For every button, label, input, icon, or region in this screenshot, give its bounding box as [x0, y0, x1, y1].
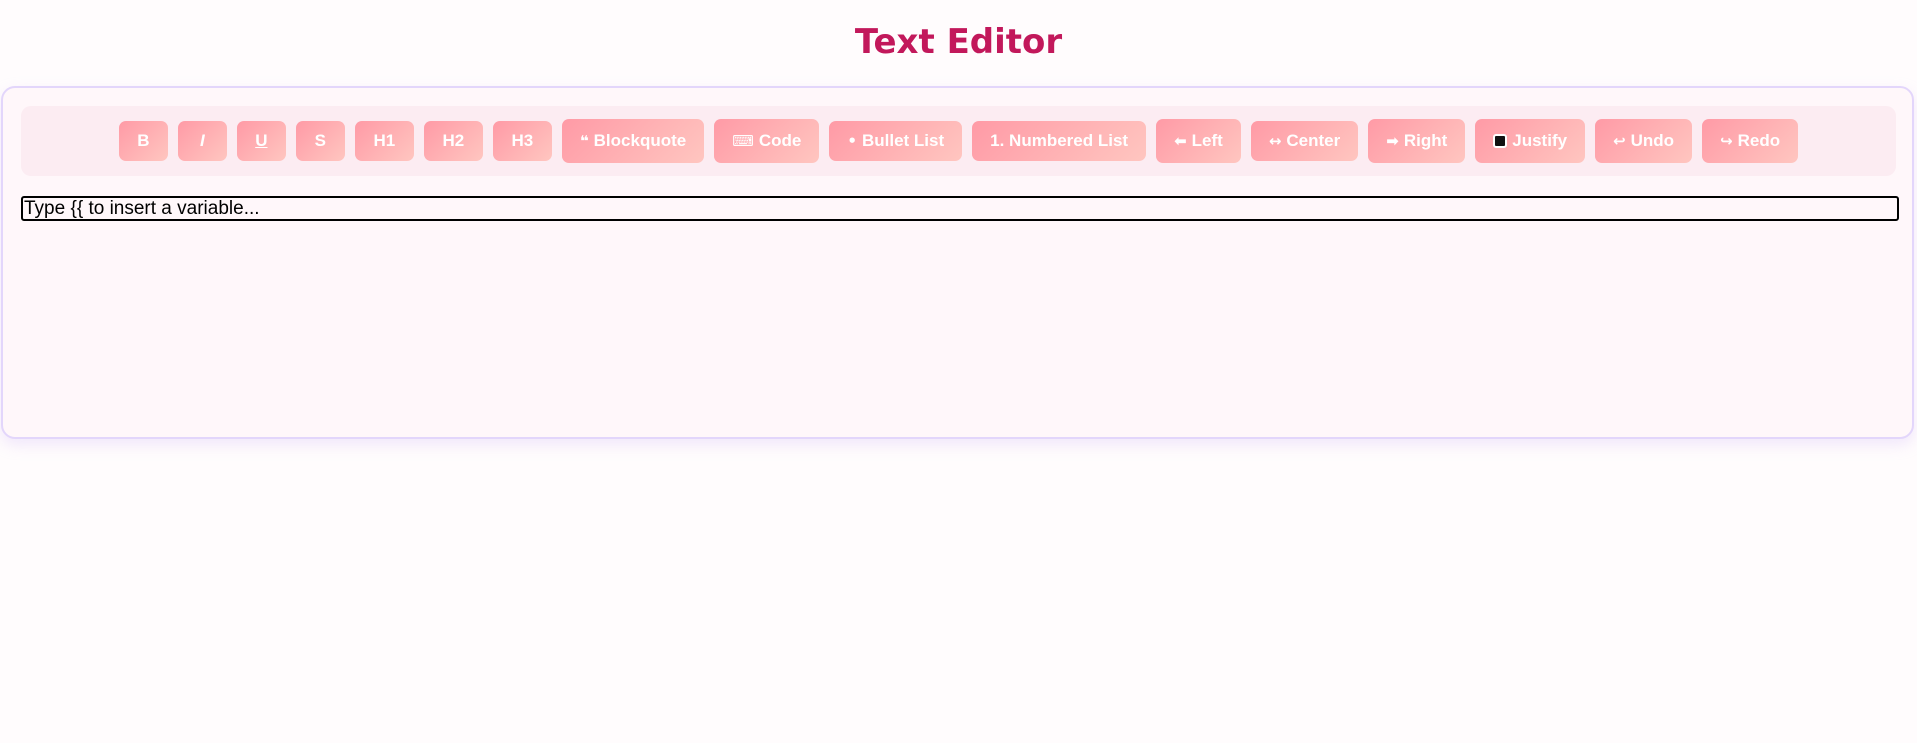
numbered-list-label: 1. Numbered List	[990, 131, 1129, 150]
align-center-label: Center	[1286, 131, 1341, 150]
underline-label: U	[255, 131, 268, 150]
heading3-label: H3	[511, 131, 534, 150]
numbered-list-button[interactable]: 1. Numbered List	[972, 121, 1147, 161]
page-title: Text Editor	[854, 22, 1063, 62]
undo-label: Undo	[1630, 131, 1675, 150]
code-label: Code	[758, 131, 802, 150]
undo-button[interactable]: ↩ Undo	[1595, 119, 1693, 163]
keyboard-icon: ⌨	[732, 132, 754, 150]
toolbar: B I U S H1 H2 H3 ❝ Blockquote ⌨ Code • Bull…	[21, 106, 1896, 176]
heading2-button[interactable]: H2	[423, 121, 483, 161]
align-right-button[interactable]: ➡ Right	[1368, 119, 1466, 163]
heading3-button[interactable]: H3	[492, 121, 552, 161]
bullet-icon: •	[847, 132, 857, 150]
italic-label: I	[199, 131, 205, 150]
align-left-label: Left	[1191, 131, 1223, 150]
redo-icon: ↪	[1720, 132, 1733, 150]
arrow-left-right-icon: ↔	[1268, 132, 1282, 150]
heading1-label: H1	[373, 131, 396, 150]
blockquote-label: Blockquote	[593, 131, 687, 150]
justify-square-icon	[1493, 134, 1508, 148]
align-center-button[interactable]: ↔ Center	[1250, 121, 1359, 161]
quote-icon: ❝	[579, 132, 589, 150]
bold-button[interactable]: B	[118, 121, 168, 161]
strikethrough-label: S	[314, 131, 327, 150]
justify-label: Justify	[1512, 131, 1568, 150]
underline-button[interactable]: U	[236, 121, 286, 161]
align-left-button[interactable]: ⬅ Left	[1156, 119, 1241, 163]
undo-icon: ↩	[1613, 132, 1626, 150]
arrow-left-icon: ⬅	[1174, 132, 1187, 150]
justify-button[interactable]: Justify	[1475, 119, 1586, 163]
heading2-label: H2	[442, 131, 465, 150]
bullet-list-label: Bullet List	[861, 131, 945, 150]
redo-button[interactable]: ↪ Redo	[1702, 119, 1799, 163]
code-button[interactable]: ⌨ Code	[714, 119, 820, 163]
editor-input[interactable]	[21, 196, 1899, 221]
bold-label: B	[137, 131, 150, 150]
align-right-label: Right	[1403, 131, 1448, 150]
editor-card: B I U S H1 H2 H3 ❝ Blockquote ⌨ Code • Bull…	[1, 86, 1914, 439]
arrow-right-icon: ➡	[1386, 132, 1399, 150]
redo-label: Redo	[1737, 131, 1781, 150]
strikethrough-button[interactable]: S	[295, 121, 345, 161]
italic-button[interactable]: I	[177, 121, 227, 161]
bullet-list-button[interactable]: • Bullet List	[829, 121, 963, 161]
blockquote-button[interactable]: ❝ Blockquote	[561, 119, 705, 163]
heading1-button[interactable]: H1	[354, 121, 414, 161]
